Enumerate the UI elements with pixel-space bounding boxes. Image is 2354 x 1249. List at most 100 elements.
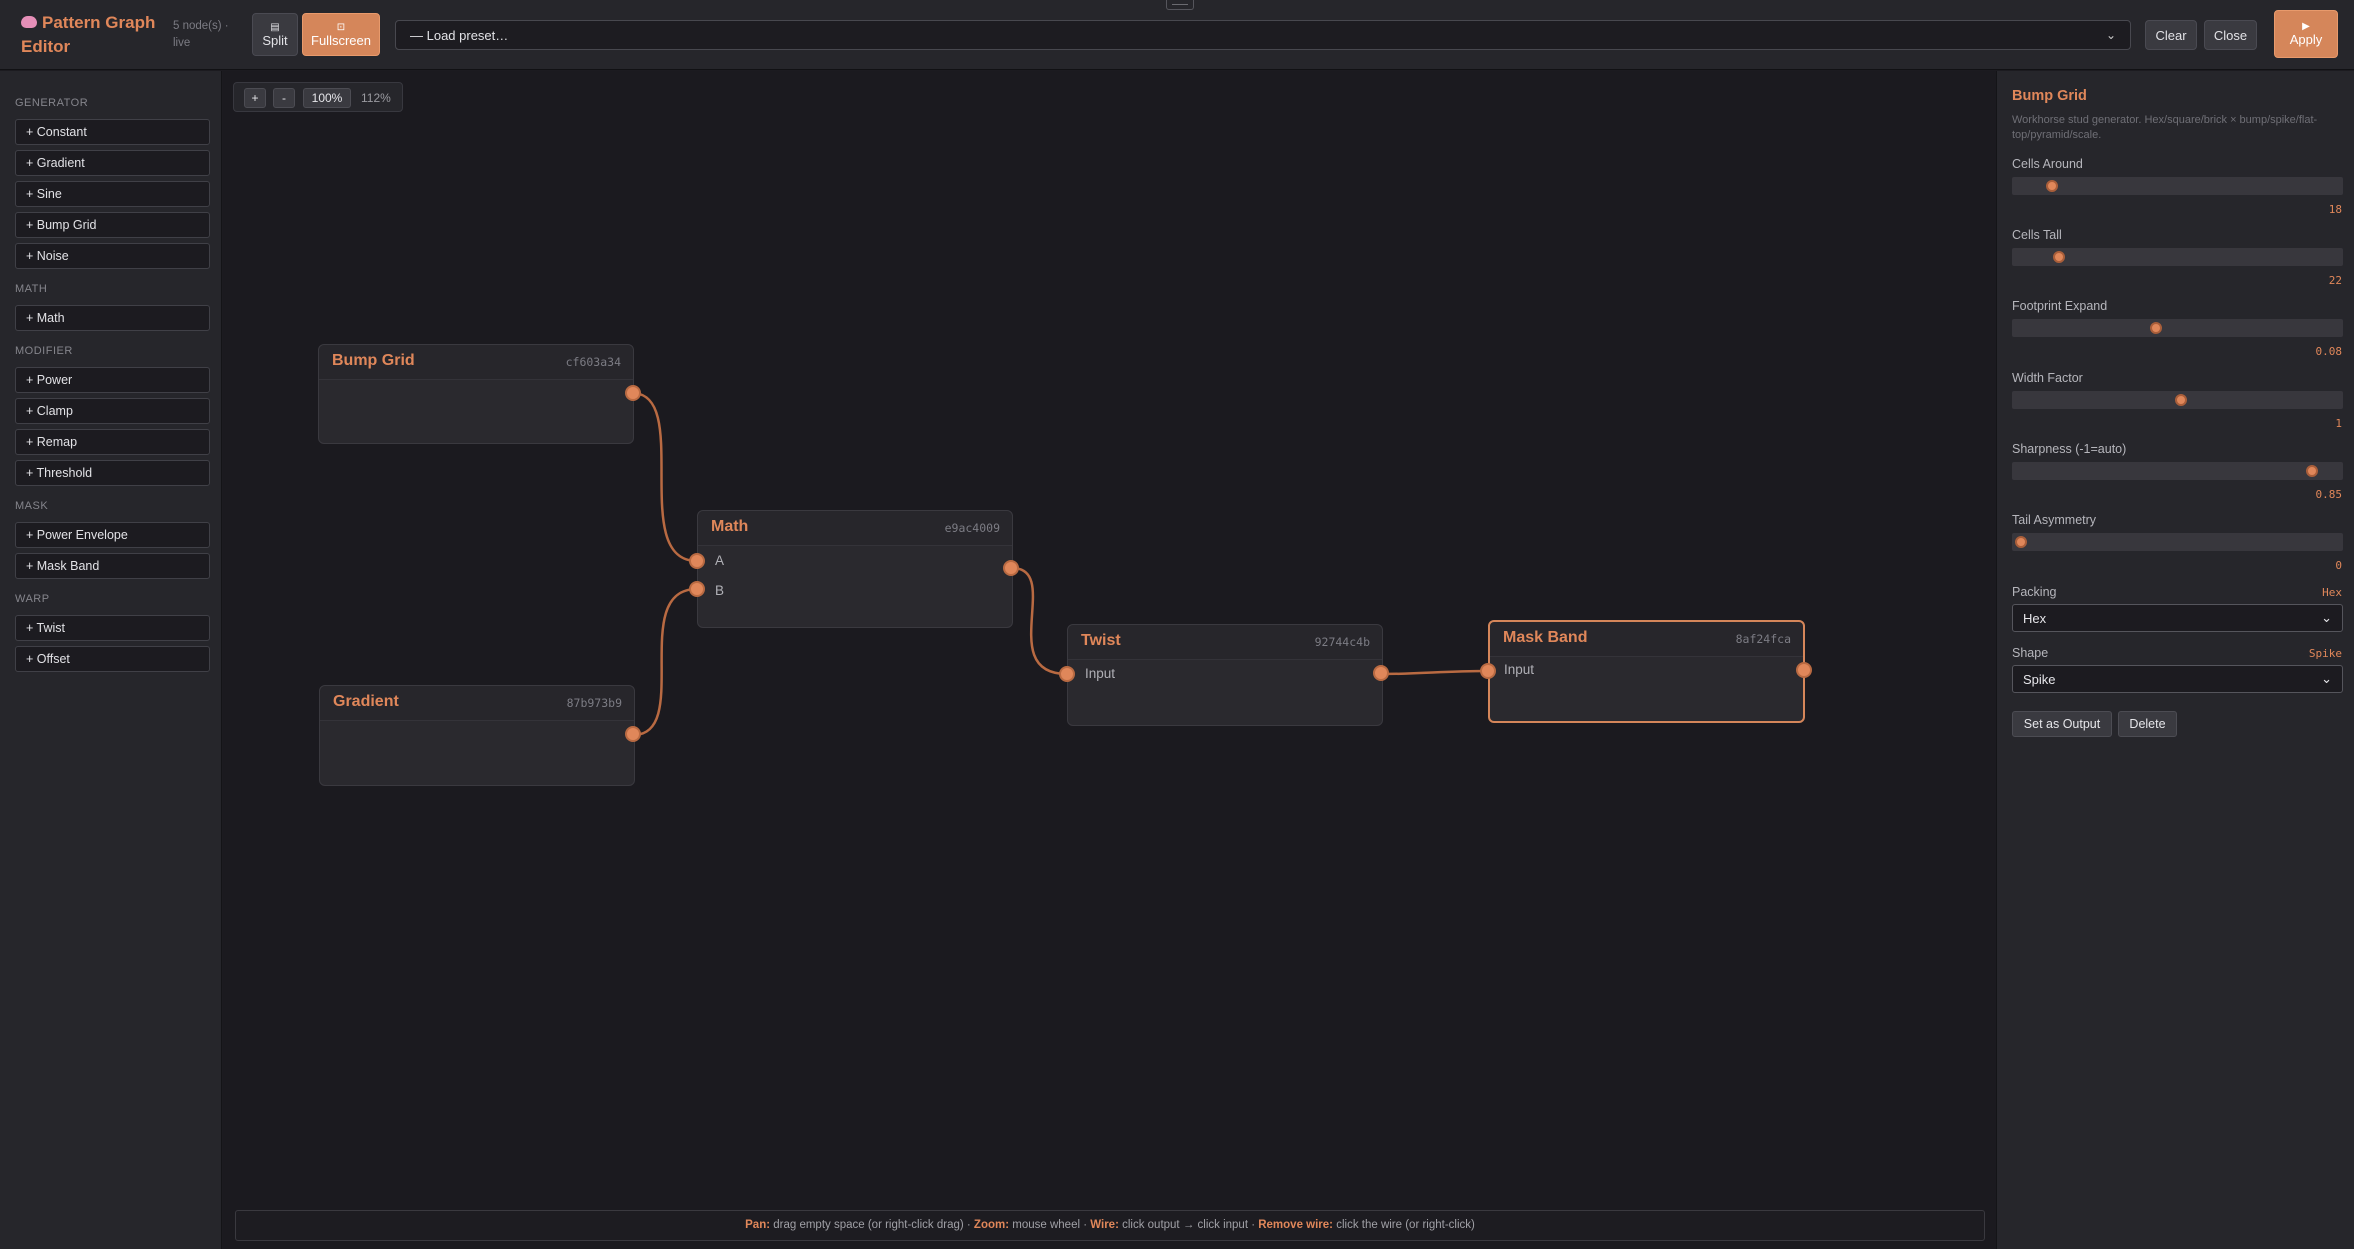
add-power-button[interactable]: + Power bbox=[15, 367, 210, 393]
help-zoom-text: mouse wheel · bbox=[1009, 1219, 1091, 1231]
param-label: Tail Asymmetry bbox=[2012, 513, 2097, 527]
palette-category-math: MATH bbox=[15, 283, 48, 295]
chevron-down-icon: ⌄ bbox=[2321, 671, 2332, 686]
add-constant-button[interactable]: + Constant bbox=[15, 119, 210, 145]
param-value: 18 bbox=[2328, 203, 2342, 216]
cells-tall-slider[interactable] bbox=[2012, 248, 2343, 266]
cells-around-slider[interactable] bbox=[2012, 177, 2343, 195]
node-header[interactable]: Mask Band 8af24fca bbox=[1490, 622, 1803, 657]
node-title: Gradient bbox=[333, 693, 399, 710]
help-pan-text: drag empty space (or right-click drag) · bbox=[770, 1219, 974, 1231]
wire-bumpgrid-to-math-a[interactable] bbox=[631, 391, 698, 563]
add-remap-button[interactable]: + Remap bbox=[15, 429, 210, 455]
add-math-button[interactable]: + Math bbox=[15, 305, 210, 331]
mask-band-input-label: Input bbox=[1504, 662, 1535, 677]
add-clamp-button[interactable]: + Clamp bbox=[15, 398, 210, 424]
add-gradient-button[interactable]: + Gradient bbox=[15, 150, 210, 176]
help-pan-key: Pan: bbox=[745, 1219, 771, 1231]
param-label: Width Factor bbox=[2012, 371, 2083, 385]
add-bump-grid-button[interactable]: + Bump Grid bbox=[15, 212, 210, 238]
bump-grid-output-port[interactable] bbox=[625, 385, 641, 401]
node-id: 87b973b9 bbox=[566, 696, 622, 710]
clear-button[interactable]: Clear bbox=[2145, 20, 2197, 50]
add-noise-button[interactable]: + Noise bbox=[15, 243, 210, 269]
node-title: Twist bbox=[1081, 632, 1121, 649]
wire-gradient-to-math-b[interactable] bbox=[632, 587, 698, 737]
twist-output-port[interactable] bbox=[1373, 665, 1389, 681]
drag-handle[interactable] bbox=[1166, 0, 1194, 10]
add-power-envelope-button[interactable]: + Power Envelope bbox=[15, 522, 210, 548]
param-label: Cells Tall bbox=[2012, 228, 2062, 242]
help-zoom-key: Zoom: bbox=[973, 1219, 1010, 1231]
preset-select-value: — Load preset… bbox=[410, 27, 509, 43]
graph-canvas[interactable]: + - 100% 112% Bump Grid cf603a34 Gradien… bbox=[223, 71, 1996, 1249]
chevron-down-icon: ⌄ bbox=[2105, 28, 2116, 42]
delete-button[interactable]: Delete bbox=[2118, 711, 2177, 737]
slider-knob[interactable] bbox=[2149, 322, 2162, 334]
play-icon: ▶ bbox=[2302, 21, 2310, 32]
fullscreen-button[interactable]: ⊡ Fullscreen bbox=[302, 13, 380, 56]
slider-knob[interactable] bbox=[2052, 251, 2065, 263]
palette-category-generator: GENERATOR bbox=[15, 97, 89, 109]
node-bump-grid[interactable]: Bump Grid cf603a34 bbox=[318, 344, 634, 444]
wire-math-to-twist[interactable] bbox=[1011, 566, 1068, 676]
preset-select[interactable]: — Load preset… ⌄ bbox=[395, 20, 2131, 50]
node-math[interactable]: Math e9ac4009 A B bbox=[697, 510, 1013, 628]
apply-label: Apply bbox=[2289, 32, 2323, 47]
slider-knob[interactable] bbox=[2174, 394, 2187, 406]
add-threshold-button[interactable]: + Threshold bbox=[15, 460, 210, 486]
param-label: Sharpness (-1=auto) bbox=[2012, 442, 2127, 456]
shape-select[interactable]: Spike ⌄ bbox=[2012, 665, 2343, 693]
help-wire-key: Wire: bbox=[1090, 1219, 1119, 1231]
slider-knob[interactable] bbox=[2046, 180, 2059, 192]
add-twist-button[interactable]: + Twist bbox=[15, 615, 210, 641]
add-sine-button[interactable]: + Sine bbox=[15, 181, 210, 207]
node-header[interactable]: Math e9ac4009 bbox=[698, 511, 1012, 546]
sharpness-slider[interactable] bbox=[2012, 462, 2343, 480]
mask-band-input-port[interactable] bbox=[1480, 663, 1496, 679]
node-header[interactable]: Gradient 87b973b9 bbox=[320, 686, 634, 721]
app-title: Pattern Graph Editor bbox=[21, 11, 171, 59]
math-input-b-port[interactable] bbox=[689, 581, 705, 597]
node-count-status: 5 node(s) · live bbox=[173, 20, 229, 49]
fullscreen-label: Fullscreen bbox=[311, 32, 371, 48]
param-value: 0 bbox=[2335, 559, 2342, 572]
node-id: cf603a34 bbox=[565, 355, 621, 369]
twist-input-port[interactable] bbox=[1059, 666, 1075, 682]
top-toolbar: Pattern Graph Editor 5 node(s) · live ▤ … bbox=[0, 0, 2354, 70]
set-as-output-button[interactable]: Set as Output bbox=[2012, 711, 2112, 737]
slider-knob[interactable] bbox=[2306, 465, 2319, 477]
node-header[interactable]: Bump Grid cf603a34 bbox=[319, 345, 633, 380]
param-label: Footprint Expand bbox=[2012, 299, 2108, 313]
math-input-a-port[interactable] bbox=[689, 553, 705, 569]
node-id: 92744c4b bbox=[1314, 635, 1370, 649]
param-value: 0.08 bbox=[2315, 345, 2343, 358]
apply-button[interactable]: ▶ Apply bbox=[2274, 10, 2338, 58]
help-remove-key: Remove wire: bbox=[1258, 1219, 1334, 1231]
inspector-panel: Bump Grid Workhorse stud generator. Hex/… bbox=[1996, 71, 2354, 1249]
shape-label: Shape bbox=[2012, 646, 2049, 660]
close-button[interactable]: Close bbox=[2204, 20, 2257, 50]
mask-band-output-port[interactable] bbox=[1796, 662, 1812, 678]
node-title: Mask Band bbox=[1503, 629, 1588, 646]
node-header[interactable]: Twist 92744c4b bbox=[1068, 625, 1382, 660]
add-mask-band-button[interactable]: + Mask Band bbox=[15, 553, 210, 579]
param-value: 22 bbox=[2328, 274, 2342, 287]
gradient-output-port[interactable] bbox=[625, 726, 641, 742]
footprint-expand-slider[interactable] bbox=[2012, 319, 2343, 337]
split-label: Split bbox=[262, 32, 288, 48]
math-input-a-label: A bbox=[715, 553, 725, 568]
slider-knob[interactable] bbox=[2015, 536, 2027, 548]
packing-select-value: Hex bbox=[2023, 610, 2047, 626]
node-twist[interactable]: Twist 92744c4b Input bbox=[1067, 624, 1383, 726]
split-button[interactable]: ▤ Split bbox=[252, 13, 298, 56]
add-offset-button[interactable]: + Offset bbox=[15, 646, 210, 672]
tail-asymmetry-slider[interactable] bbox=[2012, 533, 2343, 551]
wire-twist-to-maskband[interactable] bbox=[1380, 669, 1489, 676]
node-mask-band[interactable]: Mask Band 8af24fca Input bbox=[1488, 620, 1805, 723]
packing-select[interactable]: Hex ⌄ bbox=[2012, 604, 2343, 632]
width-factor-slider[interactable] bbox=[2012, 391, 2343, 409]
split-icon: ▤ bbox=[270, 21, 280, 33]
math-output-port[interactable] bbox=[1003, 560, 1019, 576]
node-gradient[interactable]: Gradient 87b973b9 bbox=[319, 685, 635, 786]
